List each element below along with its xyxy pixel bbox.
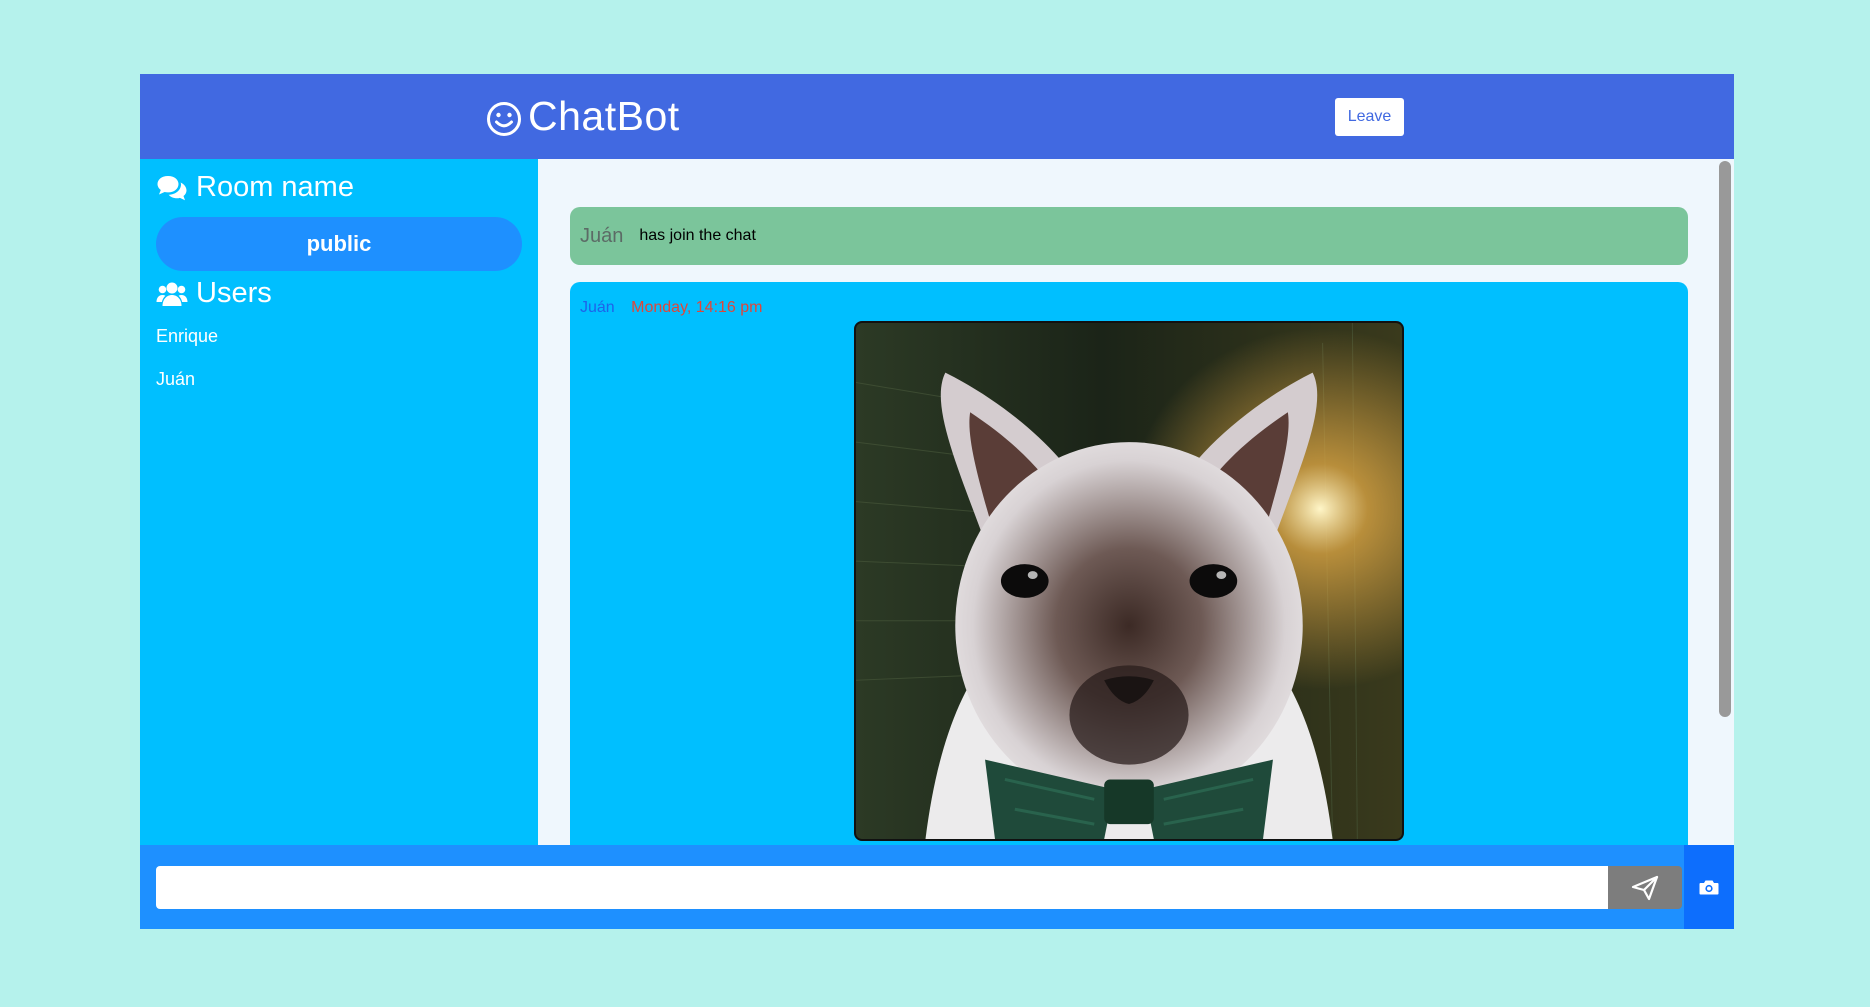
- camera-icon: [1699, 880, 1719, 895]
- comments-icon: [157, 175, 187, 200]
- system-message: Juán has join the chat: [570, 207, 1688, 265]
- paper-plane-icon: [1631, 875, 1659, 900]
- user-list-item: Enrique: [156, 326, 219, 346]
- message-composer: [140, 845, 1734, 929]
- app-title: ChatBot: [528, 92, 680, 139]
- chat-app-window: ChatBot Leave Room name public Users Enr…: [140, 74, 1734, 929]
- user-list-item: Juán: [156, 369, 196, 389]
- message-author: Juán: [580, 299, 615, 316]
- user-list: Enrique Juán: [156, 324, 218, 410]
- smiley-icon: [487, 102, 521, 136]
- brand: ChatBot: [486, 88, 680, 144]
- users-icon: [156, 282, 188, 306]
- room-name-badge: public: [156, 217, 522, 271]
- message-text: has join the chat: [639, 227, 756, 244]
- room-heading: Room name: [156, 171, 354, 204]
- scrollbar-thumb[interactable]: [1719, 161, 1731, 717]
- camera-button[interactable]: [1684, 845, 1734, 929]
- message-author: Juán: [580, 224, 624, 247]
- users-heading-label: Users: [196, 277, 272, 309]
- app-header: ChatBot Leave: [140, 74, 1734, 159]
- sidebar: Room name public Users Enrique Juán: [140, 159, 538, 845]
- leave-button[interactable]: Leave: [1335, 98, 1404, 136]
- message-input[interactable]: [156, 866, 1608, 909]
- room-heading-label: Room name: [196, 171, 354, 203]
- send-button[interactable]: [1608, 866, 1682, 909]
- chat-messages-area: Juán has join the chat Juán Monday, 14:1…: [538, 159, 1734, 845]
- users-heading: Users: [156, 277, 272, 310]
- message-timestamp: Monday, 14:16 pm: [631, 299, 763, 316]
- image-message: Juán Monday, 14:16 pm: [570, 282, 1688, 845]
- chat-scrollbar[interactable]: [1716, 159, 1734, 845]
- cat-with-bowtie-photo[interactable]: [854, 321, 1404, 841]
- message-meta: Juán Monday, 14:16 pm: [580, 299, 763, 317]
